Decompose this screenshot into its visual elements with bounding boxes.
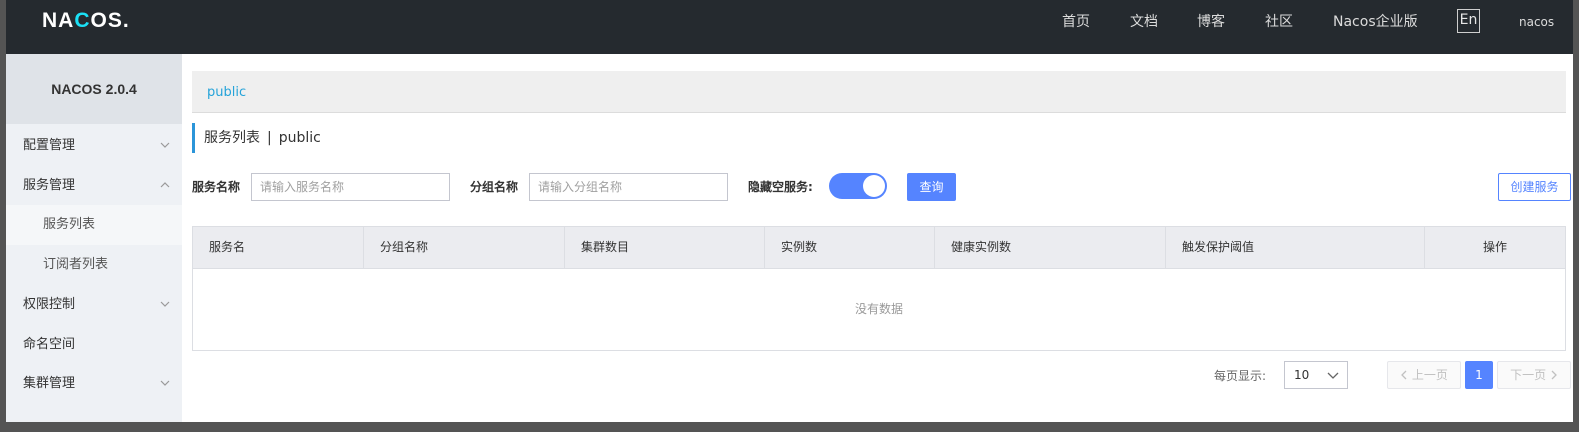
service-table: 服务名 分组名称 集群数目 实例数 健康实例数 触发保护阈值 操作 没有数据 [192,226,1566,351]
title-separator: | [267,130,272,146]
sidebar-item-label: 集群管理 [23,376,76,391]
chevron-down-icon [1327,372,1339,379]
page-title-text: 服务列表 [204,130,260,146]
service-name-label: 服务名称 [192,180,241,194]
column-header-cluster-count: 集群数目 [565,227,765,268]
sidebar-item-label: 命名空间 [23,337,76,352]
sidebar-item-auth[interactable]: 权限控制 [6,285,182,325]
hide-empty-label: 隐藏空服务: [748,180,813,194]
nav-community[interactable]: 社区 [1265,13,1293,31]
sidebar: NACOS 2.0.4 配置管理 服务管理 服务列表 订阅者列表 权限控制 命名… [6,54,182,432]
column-header-instance-count: 实例数 [765,227,935,268]
top-navbar: NACOS. 首页 文档 博客 社区 Nacos企业版 En nacos [6,0,1573,54]
page-size-label: 每页显示: [1214,369,1267,383]
nacos-logo[interactable]: NACOS. [42,9,130,33]
sidebar-item-service-mgmt[interactable]: 服务管理 [6,166,182,206]
column-header-service-name: 服务名 [193,227,364,268]
sidebar-item-cluster[interactable]: 集群管理 [6,364,182,404]
sidebar-title: NACOS 2.0.4 [6,54,182,124]
page-size-select[interactable]: 10 [1284,361,1348,389]
empty-state-text: 没有数据 [854,302,903,316]
window-bottom-edge [0,422,1579,432]
sidebar-item-label: 权限控制 [23,297,76,312]
sidebar-item-namespace[interactable]: 命名空间 [6,325,182,365]
prev-page-label: 上一页 [1411,368,1448,382]
column-header-protect-threshold: 触发保护阈值 [1166,227,1425,268]
column-header-group-name: 分组名称 [364,227,565,268]
sidebar-item-label: 配置管理 [23,138,76,153]
page-title: 服务列表 | public [192,123,321,153]
chevron-down-icon [160,364,172,404]
column-header-healthy-instances: 健康实例数 [935,227,1166,268]
nav-home[interactable]: 首页 [1062,13,1090,31]
nav-blog[interactable]: 博客 [1197,13,1225,31]
prev-page-button[interactable]: 上一页 [1387,361,1461,389]
group-name-label: 分组名称 [470,180,519,194]
page-number-current[interactable]: 1 [1465,361,1493,389]
nav-enterprise[interactable]: Nacos企业版 [1333,13,1418,31]
sidebar-item-subscribers[interactable]: 订阅者列表 [6,245,182,285]
namespace-link-public[interactable]: public [207,85,246,100]
switch-knob [863,175,885,197]
page-size-value: 10 [1294,368,1310,382]
app-frame: NACOS. 首页 文档 博客 社区 Nacos企业版 En nacos NAC… [6,0,1573,432]
user-menu[interactable]: nacos [1519,15,1554,29]
query-button[interactable]: 查询 [907,173,956,201]
chevron-left-icon [1401,370,1407,380]
group-name-input[interactable] [529,173,728,201]
sidebar-item-label: 服务列表 [43,217,96,232]
table-header: 服务名 分组名称 集群数目 实例数 健康实例数 触发保护阈值 操作 [193,227,1565,269]
namespace-bar: public [192,71,1566,113]
next-page-button[interactable]: 下一页 [1497,361,1571,389]
chevron-up-icon [160,166,172,206]
page-title-namespace: public [278,130,321,146]
create-service-button[interactable]: 创建服务 [1498,173,1571,201]
sidebar-item-label: 服务管理 [23,178,76,193]
chevron-down-icon [160,126,172,166]
column-header-actions: 操作 [1482,240,1507,254]
language-toggle[interactable]: En [1457,9,1480,33]
nav-docs[interactable]: 文档 [1130,13,1158,31]
chevron-right-icon [1551,370,1557,380]
sidebar-item-config[interactable]: 配置管理 [6,126,182,166]
sidebar-item-service-list[interactable]: 服务列表 [6,205,182,245]
hide-empty-switch[interactable] [829,173,887,199]
service-name-input[interactable] [251,173,450,201]
sidebar-item-label: 订阅者列表 [43,257,109,272]
next-page-label: 下一页 [1510,368,1547,382]
chevron-down-icon [160,285,172,325]
